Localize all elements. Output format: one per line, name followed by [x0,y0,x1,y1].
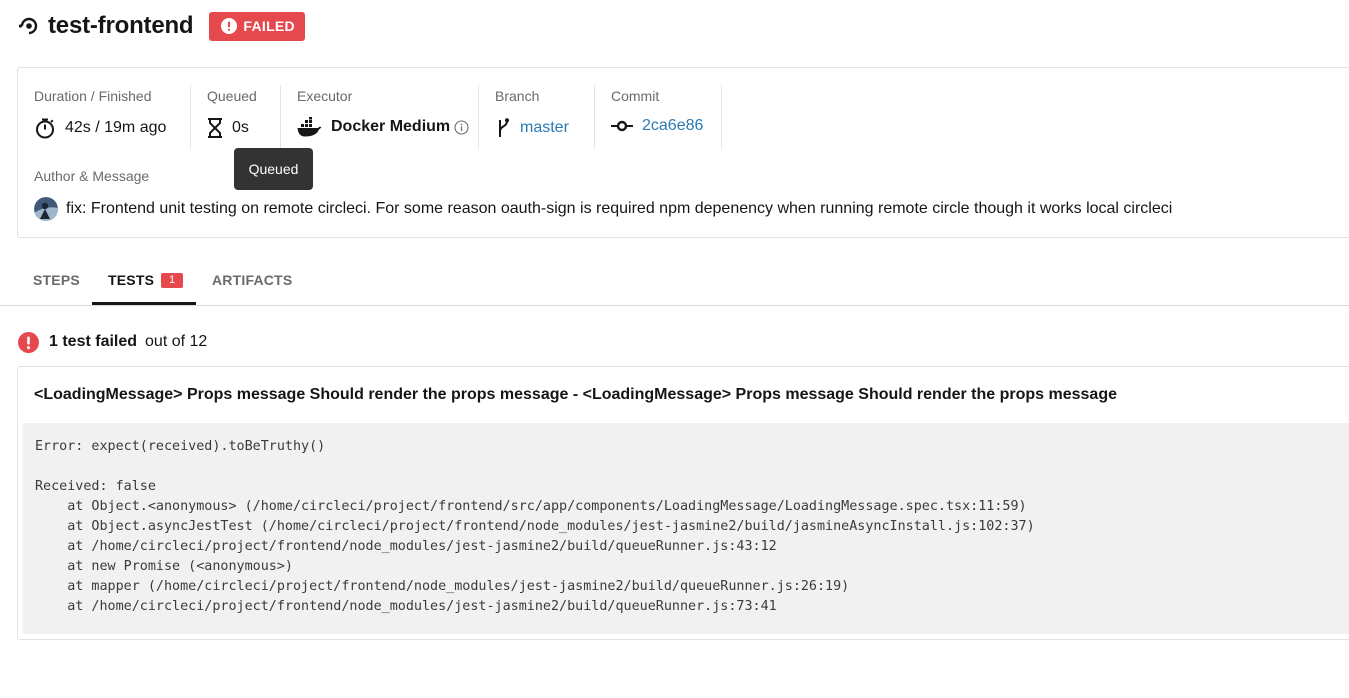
tab-count-badge: 1 [161,272,184,288]
git-branch-icon [495,117,511,139]
tab-bar: STEPS TESTS 1 ARTIFACTS [0,255,1349,306]
test-title: <LoadingMessage> Props message Should re… [34,386,1117,403]
tab-steps[interactable]: STEPS [33,255,80,305]
failed-test-card: <LoadingMessage> Props message Should re… [17,366,1349,640]
branch-value-group: master [495,117,569,139]
docker-icon [297,117,322,137]
stopwatch-icon [34,117,56,139]
status-label: FAILED [243,18,295,34]
executor-label: Executor [297,88,353,104]
commit-value-group: 2ca6e86 [611,117,703,135]
author-message-row: fix: Frontend unit testing on remote cir… [34,197,1172,221]
info-icon[interactable] [454,119,469,135]
author-label: Author & Message [34,168,150,184]
alert-icon [221,18,238,34]
divider [721,85,722,149]
queued-value-group[interactable]: 0s [207,117,249,139]
divider [478,85,479,149]
divider [190,85,191,149]
tab-label: ARTIFACTS [212,272,293,288]
hourglass-icon [207,117,223,139]
divider [280,85,281,149]
error-output: Error: expect(received).toBeTruthy() Rec… [23,423,1349,634]
tab-label: TESTS [108,272,155,288]
duration-label: Duration / Finished [34,88,152,104]
commit-message: fix: Frontend unit testing on remote cir… [66,200,1173,217]
executor-value: Docker Medium [331,118,451,135]
queued-tooltip: Queued [234,148,313,190]
job-status-icon [18,15,40,37]
stack-trace: Error: expect(received).toBeTruthy() Rec… [35,439,1035,614]
test-summary: 1 test failed out of 12 [18,331,207,353]
status-badge: FAILED [209,11,305,41]
branch-label: Branch [495,88,540,104]
duration-value: 42s / 19m ago [65,119,167,136]
alert-icon [18,331,39,353]
tab-artifacts[interactable]: ARTIFACTS [212,255,292,305]
page-title: test-frontend [48,12,194,39]
queued-value: 0s [232,119,249,136]
divider [594,85,595,149]
executor-value-group: Docker Medium [297,117,469,137]
total-count: out of 12 [145,333,208,350]
git-commit-icon [611,119,633,133]
tab-tests[interactable]: TESTS 1 [108,255,184,305]
active-tab-indicator [92,302,196,305]
job-header: test-frontend FAILED [18,10,305,42]
avatar[interactable] [34,197,58,221]
job-info-card: Duration / Finished 42s / 19m ago Queued [17,67,1349,238]
failed-count: 1 test failed [49,333,138,350]
tab-label: STEPS [33,272,80,288]
commit-link[interactable]: 2ca6e86 [642,117,703,135]
duration-value-group: 42s / 19m ago [34,117,166,139]
branch-link[interactable]: master [520,119,569,137]
queued-label: Queued [207,88,257,104]
commit-label: Commit [611,88,660,104]
